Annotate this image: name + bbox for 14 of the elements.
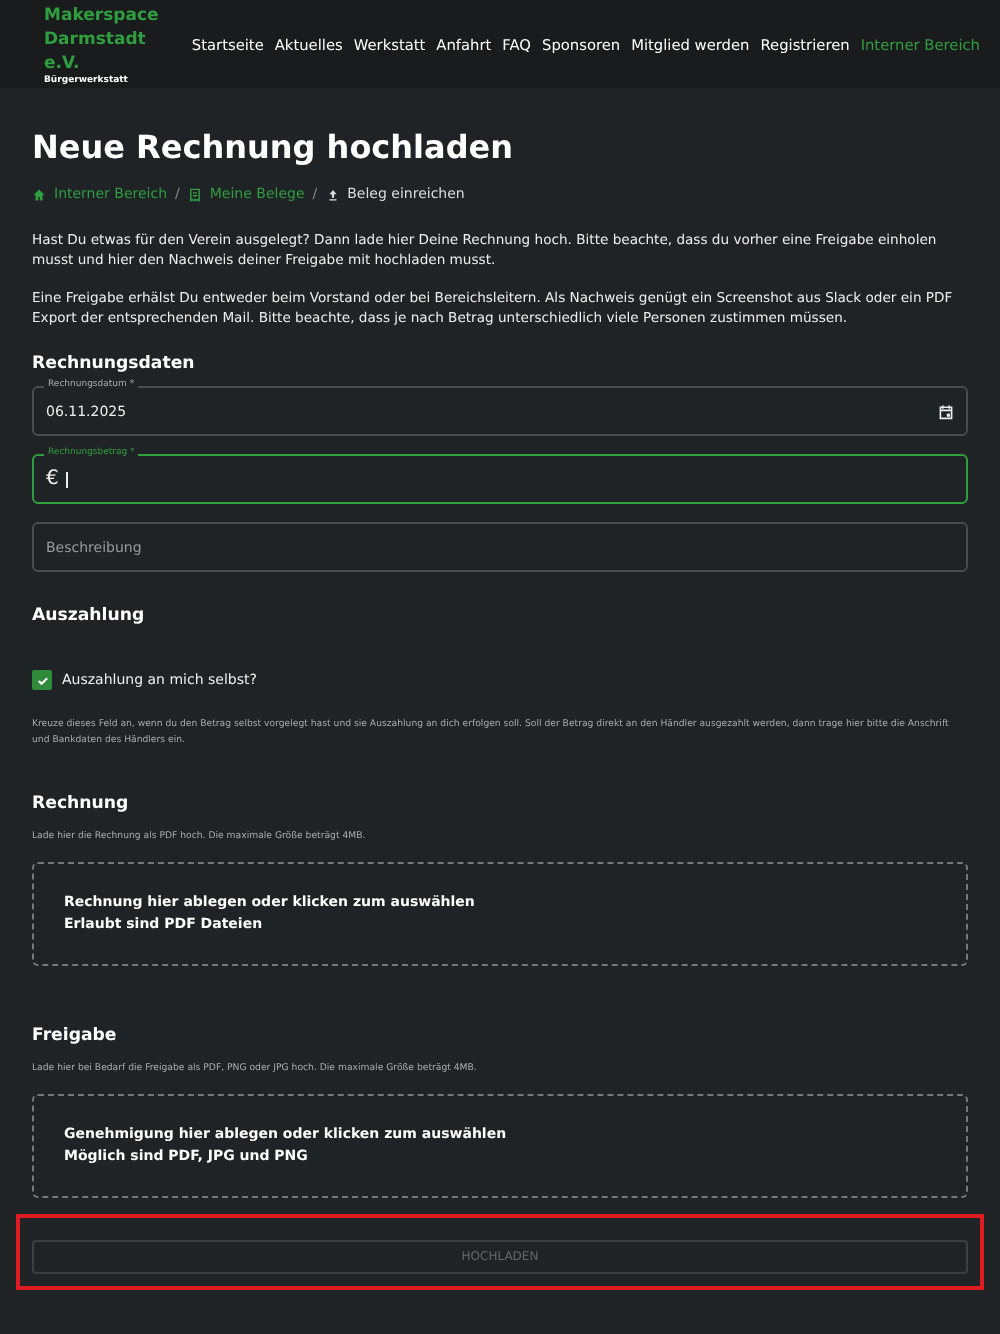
receipt-icon <box>187 187 202 201</box>
section-heading: Auszahlung <box>32 606 147 626</box>
page-title: Neue Rechnung hochladen <box>32 128 516 166</box>
checkbox[interactable] <box>32 670 52 690</box>
text-cursor <box>66 471 69 487</box>
calendar-icon[interactable] <box>938 403 954 419</box>
brand-name[interactable]: Makerspace Darmstadt e.V. <box>44 3 180 75</box>
home-icon <box>32 187 46 201</box>
currency-prefix: € <box>46 468 59 490</box>
checkmark-icon <box>35 673 49 687</box>
section-heading: Freigabe <box>32 1026 119 1046</box>
section-heading: Rechnungsdaten <box>32 354 197 374</box>
section-heading: Rechnung <box>32 794 131 814</box>
upload-icon <box>325 187 340 201</box>
